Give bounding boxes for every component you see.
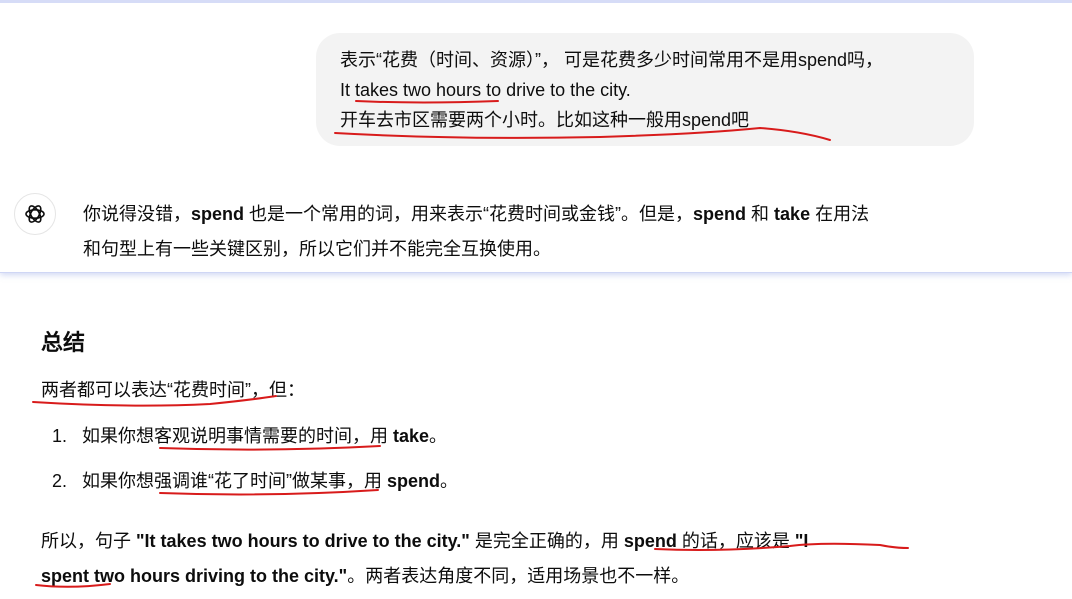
list-number: 2. <box>52 471 68 491</box>
user-message-line-3: 开车去市区需要两个小时。比如这种一般用spend吧 <box>340 110 750 130</box>
chat-panel-top: 表示“花费（时间、资源）”， 可是花费多少时间常用不是用spend吗， It t… <box>0 0 1072 273</box>
list-number: 1. <box>52 426 68 446</box>
summary-title: 总结 <box>41 330 86 355</box>
conclusion-text: 所以，句子 <box>41 531 137 551</box>
assistant-text: 你说得没错， <box>83 204 191 224</box>
list-keyword: take <box>393 426 430 446</box>
user-message-line-2: It takes two hours to drive to the city. <box>340 80 631 100</box>
assistant-text: 在用法 <box>810 204 870 224</box>
assistant-message-line-2: 和句型上有一些关键区别，所以它们并不能完全互换使用。 <box>83 239 551 259</box>
assistant-text: 和 <box>746 204 775 224</box>
conclusion-text: 的话，应该是 <box>676 531 795 551</box>
summary-intro: 两者都可以表达“花费时间”，但： <box>41 380 305 400</box>
assistant-keyword: take <box>774 204 811 224</box>
conclusion-line-2: spent two hours driving to the city."。两者… <box>41 563 689 589</box>
conclusion-text: 是完全正确的，用 <box>469 531 624 551</box>
openai-logo-icon <box>25 205 45 223</box>
top-border <box>0 0 1072 3</box>
list-text: 。 <box>440 471 459 491</box>
conclusion-text: 。两者表达角度不同，适用场景也不一样。 <box>347 566 690 586</box>
conclusion-quote: "It takes two hours to drive to the city… <box>136 531 470 551</box>
assistant-keyword: spend <box>191 204 245 224</box>
list-item: 1. 如果你想客观说明事情需要的时间，用 take。 <box>52 423 447 449</box>
conclusion-quote: spent two hours driving to the city." <box>41 566 348 586</box>
list-text: 。 <box>429 426 448 446</box>
list-item: 2. 如果你想强调谁“花了时间”做某事，用 spend。 <box>52 468 458 494</box>
list-text: 如果你想强调谁“花了时间”做某事，用 <box>82 471 387 491</box>
user-message-line-1: 表示“花费（时间、资源）”， 可是花费多少时间常用不是用spend吗， <box>340 50 884 70</box>
conclusion-keyword: spend <box>623 531 677 551</box>
assistant-text: 也是一个常用的词，用来表示“花费时间或金钱”。但是， <box>244 204 694 224</box>
list-text: 如果你想客观说明事情需要的时间，用 <box>82 426 393 446</box>
assistant-avatar <box>14 193 56 235</box>
assistant-message-line-1: 你说得没错，spend 也是一个常用的词，用来表示“花费时间或金钱”。但是，sp… <box>83 201 869 227</box>
list-keyword: spend <box>387 471 441 491</box>
assistant-keyword: spend <box>693 204 747 224</box>
conclusion-line-1: 所以，句子 "It takes two hours to drive to th… <box>41 528 808 554</box>
conclusion-quote: "I <box>794 531 809 551</box>
